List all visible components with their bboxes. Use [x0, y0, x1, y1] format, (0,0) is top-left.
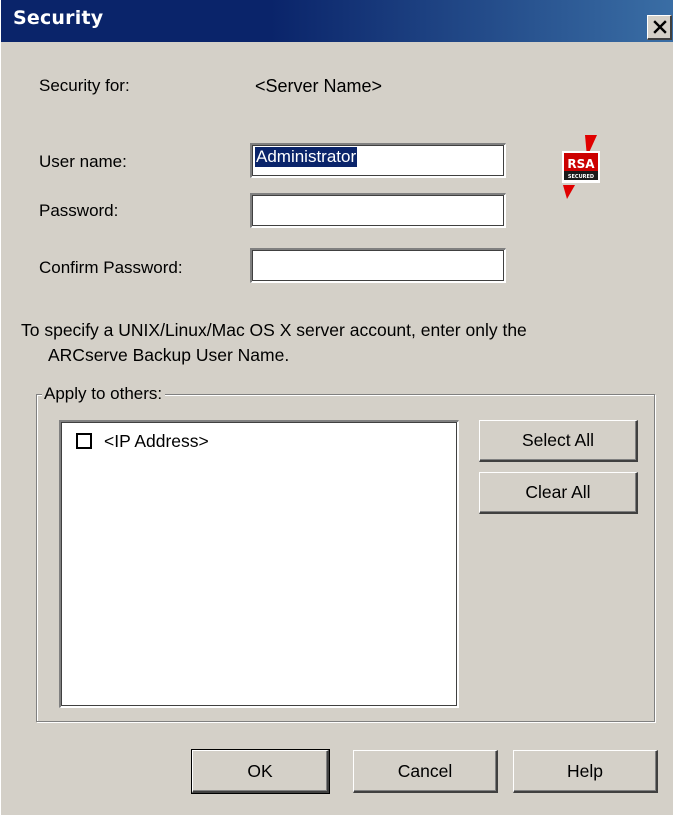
info-line-1: To specify a UNIX/Linux/Mac OS X server … — [21, 320, 527, 340]
title-bar[interactable]: Security — [1, 0, 673, 42]
close-icon — [653, 20, 667, 34]
confirm-password-input[interactable] — [250, 248, 506, 283]
username-input[interactable]: Administrator — [250, 143, 506, 178]
server-name-value: <Server Name> — [255, 76, 383, 96]
server-list[interactable]: <IP Address> — [59, 420, 459, 708]
rsa-secured-icon: RSA SECURED — [562, 135, 600, 199]
help-button[interactable]: Help — [513, 750, 658, 793]
password-label: Password: — [39, 201, 119, 220]
ip-address-checkbox[interactable] — [76, 433, 92, 449]
password-input[interactable] — [250, 193, 506, 228]
security-dialog: Security Security for: <Server Name> Use… — [0, 0, 673, 815]
info-line-2: ARCserve Backup User Name. — [48, 345, 290, 365]
username-label: User name: — [39, 152, 127, 171]
close-button[interactable] — [647, 15, 672, 40]
svg-text:RSA: RSA — [567, 157, 595, 171]
apply-to-others-label: Apply to others: — [42, 384, 166, 404]
security-for-label: Security for: — [39, 76, 130, 95]
confirm-password-label: Confirm Password: — [39, 258, 183, 277]
dialog-title: Security — [13, 7, 104, 29]
cancel-button[interactable]: Cancel — [353, 750, 498, 793]
list-item[interactable]: <IP Address> — [76, 429, 209, 453]
username-value: Administrator — [255, 147, 358, 167]
clear-all-button[interactable]: Clear All — [479, 472, 638, 514]
ip-address-label: <IP Address> — [104, 430, 209, 451]
ok-button[interactable]: OK — [191, 749, 330, 794]
select-all-button[interactable]: Select All — [479, 420, 638, 462]
info-text: To specify a UNIX/Linux/Mac OS X server … — [21, 318, 671, 368]
svg-text:SECURED: SECURED — [568, 174, 594, 180]
